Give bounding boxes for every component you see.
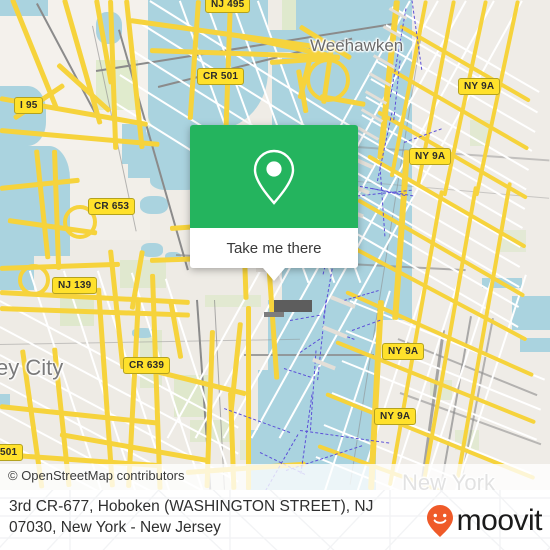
moovit-wordmark: moovit — [456, 504, 543, 537]
road-shield-ny-9a-2: NY 9A — [409, 148, 452, 165]
road-shield-cr-639: CR 639 — [123, 357, 171, 374]
popup-pointer-tail — [263, 268, 285, 281]
moovit-pin-icon — [426, 505, 453, 537]
moovit-logo[interactable]: moovit — [425, 504, 543, 538]
map-attribution-bar: © OpenStreetMap contributors — [0, 464, 550, 490]
location-popup-card[interactable]: Take me there — [190, 125, 358, 281]
attribution-text: © OpenStreetMap contributors — [8, 468, 185, 483]
footer-bar: 3rd CR-677, Hoboken (WASHINGTON STREET),… — [0, 490, 550, 550]
address-line-2: 07030, New York - New Jersey — [9, 519, 221, 536]
road-shield-cr-501-b: 501 — [0, 444, 24, 461]
popup-image-area — [190, 125, 358, 228]
road-shield-ny-9a-1: NY 9A — [458, 78, 501, 95]
location-address: 3rd CR-677, Hoboken (WASHINGTON STREET),… — [9, 496, 399, 538]
address-line-1: 3rd CR-677, Hoboken (WASHINGTON STREET),… — [9, 498, 374, 515]
road-shield-ny-9a-3: NY 9A — [382, 343, 425, 360]
take-me-there-label: Take me there — [226, 239, 322, 257]
road-shield-i-95: I 95 — [14, 97, 44, 114]
map-canvas[interactable]: Weehawken ey City New York NJ 495 CR 501… — [0, 0, 550, 490]
moovit-map-screenshot: Weehawken ey City New York NJ 495 CR 501… — [0, 0, 550, 550]
road-shield-cr-653: CR 653 — [88, 198, 136, 215]
road-shield-nj-495: NJ 495 — [205, 0, 251, 13]
take-me-there-button[interactable]: Take me there — [190, 228, 358, 268]
road-shield-nj-139: NJ 139 — [52, 277, 98, 294]
road-shield-cr-501: CR 501 — [197, 68, 245, 85]
road-shield-ny-9a-4: NY 9A — [374, 408, 417, 425]
map-pin-icon — [253, 149, 295, 205]
